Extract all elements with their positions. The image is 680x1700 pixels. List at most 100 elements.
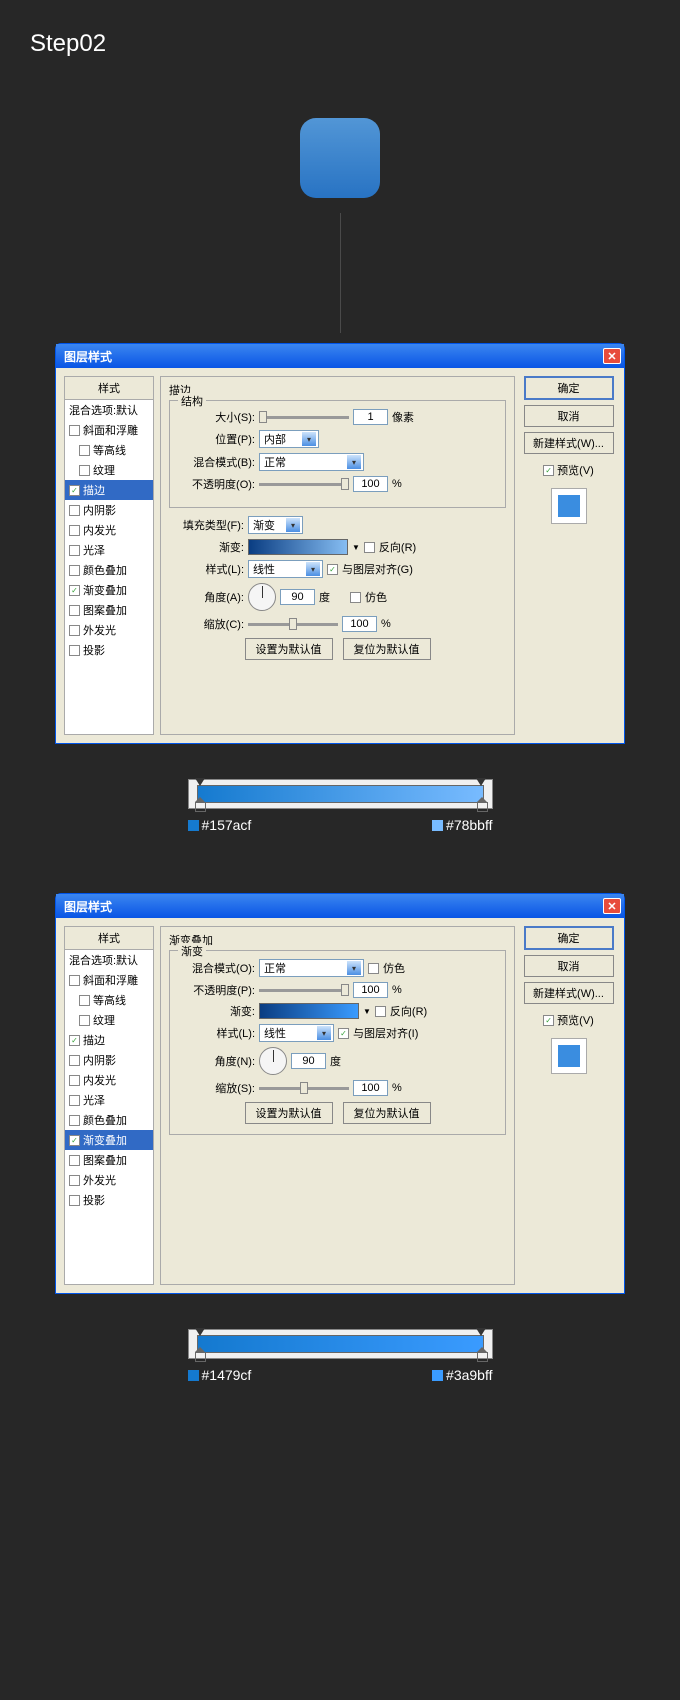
opacity-stop-left[interactable]: [195, 1328, 205, 1338]
opacity-stop-right[interactable]: [476, 1328, 486, 1338]
align-checkbox[interactable]: [338, 1028, 349, 1039]
gradient-style-select[interactable]: 线性▾: [259, 1024, 334, 1042]
set-default-button[interactable]: 设置为默认值: [245, 1102, 333, 1124]
align-label: 与图层对齐(G): [342, 561, 413, 577]
style-label: 样式(L):: [180, 1025, 255, 1041]
color-stop-left[interactable]: [195, 1347, 204, 1360]
reset-default-button[interactable]: 复位为默认值: [343, 638, 431, 660]
style-label: 样式(L):: [169, 561, 244, 577]
style-texture[interactable]: 纹理: [65, 460, 153, 480]
new-style-button[interactable]: 新建样式(W)...: [524, 432, 614, 454]
styles-header: 样式: [65, 377, 153, 400]
style-inner-shadow[interactable]: 内阴影: [65, 1050, 153, 1070]
style-texture[interactable]: 纹理: [65, 1010, 153, 1030]
opacity-label: 不透明度(P):: [180, 982, 255, 998]
angle-dial[interactable]: [259, 1047, 287, 1075]
style-stroke[interactable]: 描边: [65, 1030, 153, 1050]
angle-input[interactable]: [280, 589, 315, 605]
dither-checkbox[interactable]: [350, 592, 361, 603]
scale-input[interactable]: [353, 1080, 388, 1096]
titlebar[interactable]: 图层样式 ✕: [56, 344, 624, 368]
reverse-label: 反向(R): [379, 539, 416, 555]
opacity-unit: %: [392, 984, 402, 996]
close-icon[interactable]: ✕: [603, 898, 621, 914]
opacity-stop-right[interactable]: [476, 778, 486, 788]
rounded-icon-preview: [300, 118, 380, 198]
close-icon[interactable]: ✕: [603, 348, 621, 364]
cancel-button[interactable]: 取消: [524, 405, 614, 427]
style-color-overlay[interactable]: 颜色叠加: [65, 560, 153, 580]
opacity-slider[interactable]: [259, 483, 349, 486]
style-satin[interactable]: 光泽: [65, 540, 153, 560]
blend-options-default[interactable]: 混合选项:默认: [65, 400, 153, 420]
size-slider[interactable]: [259, 416, 349, 419]
gradient-picker[interactable]: [259, 1003, 359, 1019]
preview-checkbox[interactable]: [543, 465, 554, 476]
style-bevel[interactable]: 斜面和浮雕: [65, 420, 153, 440]
style-contour[interactable]: 等高线: [65, 990, 153, 1010]
opacity-stop-left[interactable]: [195, 778, 205, 788]
new-style-button[interactable]: 新建样式(W)...: [524, 982, 614, 1004]
color-stop-right[interactable]: [477, 797, 486, 810]
blend-options-default[interactable]: 混合选项:默认: [65, 950, 153, 970]
grad2-color2: #3a9bff: [432, 1367, 492, 1383]
style-inner-glow[interactable]: 内发光: [65, 1070, 153, 1090]
gradient-group-label: 渐变: [178, 943, 206, 959]
ok-button[interactable]: 确定: [524, 926, 614, 950]
blend-mode-select[interactable]: 正常▾: [259, 959, 364, 977]
gradient-style-select[interactable]: 线性▾: [248, 560, 323, 578]
style-pattern-overlay[interactable]: 图案叠加: [65, 1150, 153, 1170]
fill-type-label: 填充类型(F):: [169, 517, 244, 533]
style-satin[interactable]: 光泽: [65, 1090, 153, 1110]
dialog-actions: 确定 取消 新建样式(W)... 预览(V): [521, 376, 616, 735]
scale-input[interactable]: [342, 616, 377, 632]
cancel-button[interactable]: 取消: [524, 955, 614, 977]
style-drop-shadow[interactable]: 投影: [65, 640, 153, 660]
gradient-label: 渐变:: [180, 1003, 255, 1019]
style-outer-glow[interactable]: 外发光: [65, 620, 153, 640]
style-gradient-overlay[interactable]: 渐变叠加: [65, 580, 153, 600]
preview-checkbox[interactable]: [543, 1015, 554, 1026]
fill-type-select[interactable]: 渐变▾: [248, 516, 303, 534]
style-bevel[interactable]: 斜面和浮雕: [65, 970, 153, 990]
structure-group-label: 结构: [178, 393, 206, 409]
style-color-overlay[interactable]: 颜色叠加: [65, 1110, 153, 1130]
gradient-picker[interactable]: [248, 539, 348, 555]
scale-slider[interactable]: [259, 1087, 349, 1090]
color-stop-right[interactable]: [477, 1347, 486, 1360]
grad2-color1: #1479cf: [188, 1367, 252, 1383]
reverse-label: 反向(R): [390, 1003, 427, 1019]
reset-default-button[interactable]: 复位为默认值: [343, 1102, 431, 1124]
step-title: Step02: [30, 30, 670, 58]
style-stroke[interactable]: 描边: [65, 480, 153, 500]
opacity-unit: %: [392, 478, 402, 490]
angle-input[interactable]: [291, 1053, 326, 1069]
style-contour[interactable]: 等高线: [65, 440, 153, 460]
ok-button[interactable]: 确定: [524, 376, 614, 400]
set-default-button[interactable]: 设置为默认值: [245, 638, 333, 660]
opacity-input[interactable]: [353, 476, 388, 492]
reverse-checkbox[interactable]: [364, 542, 375, 553]
scale-slider[interactable]: [248, 623, 338, 626]
style-gradient-overlay[interactable]: 渐变叠加: [65, 1130, 153, 1150]
style-drop-shadow[interactable]: 投影: [65, 1190, 153, 1210]
size-unit: 像素: [392, 409, 414, 425]
titlebar[interactable]: 图层样式 ✕: [56, 894, 624, 918]
color-stop-left[interactable]: [195, 797, 204, 810]
gradient-editor-1: [188, 779, 493, 809]
dither-checkbox[interactable]: [368, 963, 379, 974]
opacity-slider[interactable]: [259, 989, 349, 992]
style-inner-shadow[interactable]: 内阴影: [65, 500, 153, 520]
style-outer-glow[interactable]: 外发光: [65, 1170, 153, 1190]
angle-dial[interactable]: [248, 583, 276, 611]
style-inner-glow[interactable]: 内发光: [65, 520, 153, 540]
style-pattern-overlay[interactable]: 图案叠加: [65, 600, 153, 620]
opacity-input[interactable]: [353, 982, 388, 998]
position-select[interactable]: 内部▾: [259, 430, 319, 448]
blend-mode-select[interactable]: 正常▾: [259, 453, 364, 471]
layer-style-dialog-stroke: 图层样式 ✕ 样式 混合选项:默认 斜面和浮雕 等高线 纹理 描边 内阴影 内发…: [55, 343, 625, 744]
align-checkbox[interactable]: [327, 564, 338, 575]
opacity-label: 不透明度(O):: [180, 476, 255, 492]
reverse-checkbox[interactable]: [375, 1006, 386, 1017]
size-input[interactable]: [353, 409, 388, 425]
